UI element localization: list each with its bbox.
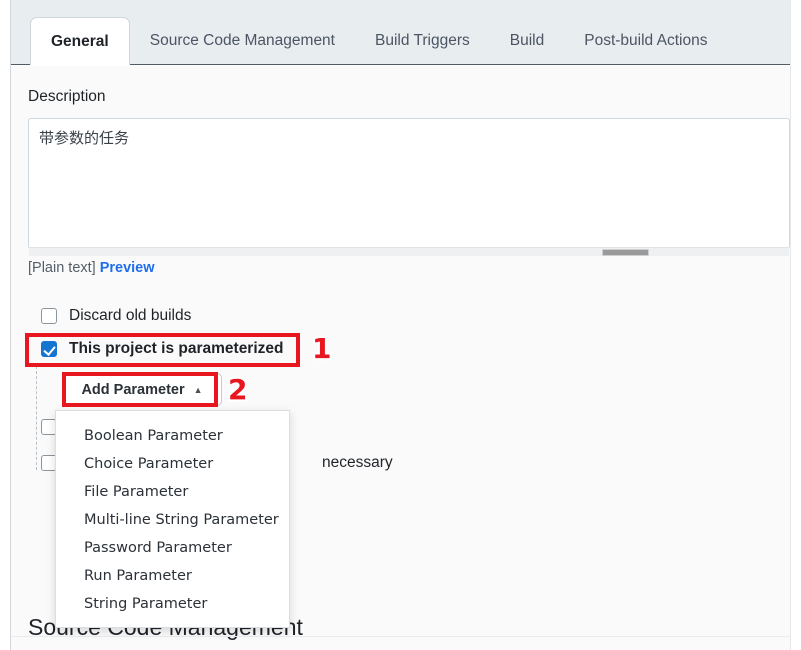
menu-item-run-parameter[interactable]: Run Parameter: [56, 562, 289, 590]
concurrent-builds-label: necessary: [322, 454, 393, 471]
add-parameter-label: Add Parameter: [81, 381, 185, 398]
tab-post-build-actions[interactable]: Post-build Actions: [564, 18, 727, 64]
description-horizontal-scrollbar[interactable]: [29, 247, 789, 256]
description-label: Description: [28, 88, 106, 105]
tab-general-label: General: [51, 33, 109, 50]
screenshot-root: General Source Code Management Build Tri…: [0, 0, 801, 650]
tab-source-code-management[interactable]: Source Code Management: [130, 18, 355, 64]
tab-list: General Source Code Management Build Tri…: [11, 0, 727, 65]
discard-old-builds-checkbox[interactable]: [41, 308, 57, 324]
menu-item-multi-line-string-parameter[interactable]: Multi-line String Parameter: [56, 506, 289, 534]
tab-build-triggers[interactable]: Build Triggers: [355, 18, 490, 64]
plain-text-note: [Plain text]: [28, 260, 96, 276]
menu-item-file-parameter-label: File Parameter: [84, 484, 189, 500]
tab-general[interactable]: General: [30, 17, 130, 65]
menu-item-choice-parameter-label: Choice Parameter: [84, 456, 214, 472]
parameterized-checkbox[interactable]: [41, 341, 57, 357]
menu-item-choice-parameter[interactable]: Choice Parameter: [56, 450, 289, 478]
menu-item-boolean-parameter-label: Boolean Parameter: [84, 428, 223, 444]
menu-item-run-parameter-label: Run Parameter: [84, 568, 192, 584]
menu-item-multi-line-string-parameter-label: Multi-line String Parameter: [84, 512, 279, 528]
description-field-wrapper: [28, 118, 790, 256]
tab-build[interactable]: Build: [490, 18, 564, 64]
preview-link[interactable]: Preview: [100, 260, 155, 276]
menu-item-string-parameter-label: String Parameter: [84, 596, 208, 612]
discard-old-builds-label: Discard old builds: [69, 307, 192, 324]
bottom-divider: [11, 636, 790, 637]
menu-item-file-parameter[interactable]: File Parameter: [56, 478, 289, 506]
description-scrollbar-thumb[interactable]: [602, 249, 649, 256]
menu-item-string-parameter[interactable]: String Parameter: [56, 590, 289, 618]
menu-item-boolean-parameter[interactable]: Boolean Parameter: [56, 422, 289, 450]
config-tab-bar: General Source Code Management Build Tri…: [11, 0, 790, 65]
parameterized-row[interactable]: This project is parameterized: [41, 340, 284, 358]
parameter-nesting-guide: [36, 366, 37, 470]
tab-source-code-management-label: Source Code Management: [149, 32, 335, 49]
tab-build-triggers-label: Build Triggers: [375, 32, 470, 49]
menu-item-password-parameter-label: Password Parameter: [84, 540, 232, 556]
tab-build-label: Build: [509, 32, 545, 49]
caret-up-icon: ▲: [193, 384, 203, 395]
description-input[interactable]: [28, 118, 790, 249]
add-parameter-dropdown-menu[interactable]: Boolean Parameter Choice Parameter File …: [55, 410, 290, 628]
tab-post-build-actions-label: Post-build Actions: [584, 32, 708, 49]
discard-old-builds-row[interactable]: Discard old builds: [41, 307, 191, 325]
menu-item-password-parameter[interactable]: Password Parameter: [56, 534, 289, 562]
description-format-row: [Plain text] Preview: [28, 260, 155, 276]
parameterized-label: This project is parameterized: [69, 340, 284, 357]
add-parameter-button[interactable]: Add Parameter ▲: [62, 373, 222, 406]
